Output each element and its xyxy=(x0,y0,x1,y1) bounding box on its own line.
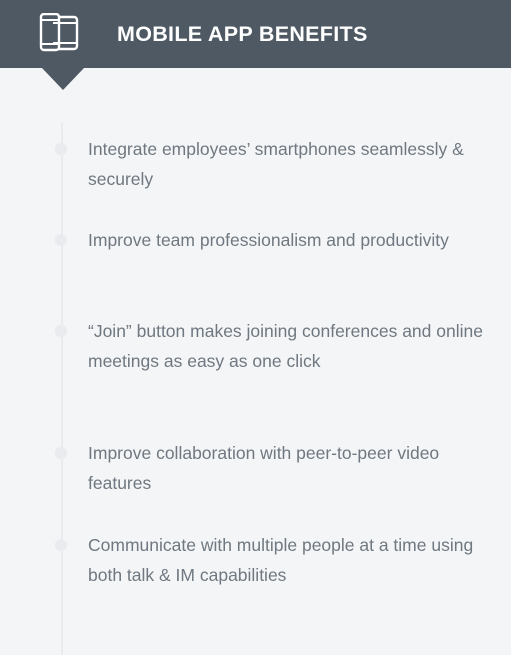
benefit-item: Improve team professionalism and product… xyxy=(55,226,488,256)
card-title: MOBILE APP BENEFITS xyxy=(117,22,368,46)
benefit-item: Improve collaboration with peer-to-peer … xyxy=(55,439,488,498)
benefit-text: Communicate with multiple people at a ti… xyxy=(88,535,474,585)
benefit-text: Improve collaboration with peer-to-peer … xyxy=(88,443,440,493)
benefit-item: Communicate with multiple people at a ti… xyxy=(55,531,488,590)
timeline-dot xyxy=(55,143,67,155)
card-header: MOBILE APP BENEFITS xyxy=(0,0,511,68)
timeline-dot xyxy=(55,539,67,551)
benefit-item: “Join” button makes joining conferences … xyxy=(55,317,488,376)
header-pointer xyxy=(42,68,84,90)
benefit-text: “Join” button makes joining conferences … xyxy=(88,321,483,371)
benefit-text: Improve team professionalism and product… xyxy=(88,230,449,250)
timeline-dot xyxy=(55,325,67,337)
mobile-app-benefits-card: MOBILE APP BENEFITS Integrate employees’… xyxy=(0,0,511,655)
mobile-devices-icon xyxy=(38,12,82,53)
timeline-dot xyxy=(55,234,67,246)
benefit-item: Integrate employees’ smartphones seamles… xyxy=(55,135,488,194)
timeline-line xyxy=(61,122,63,655)
benefit-text: Integrate employees’ smartphones seamles… xyxy=(88,139,464,189)
timeline-dot xyxy=(55,447,67,459)
